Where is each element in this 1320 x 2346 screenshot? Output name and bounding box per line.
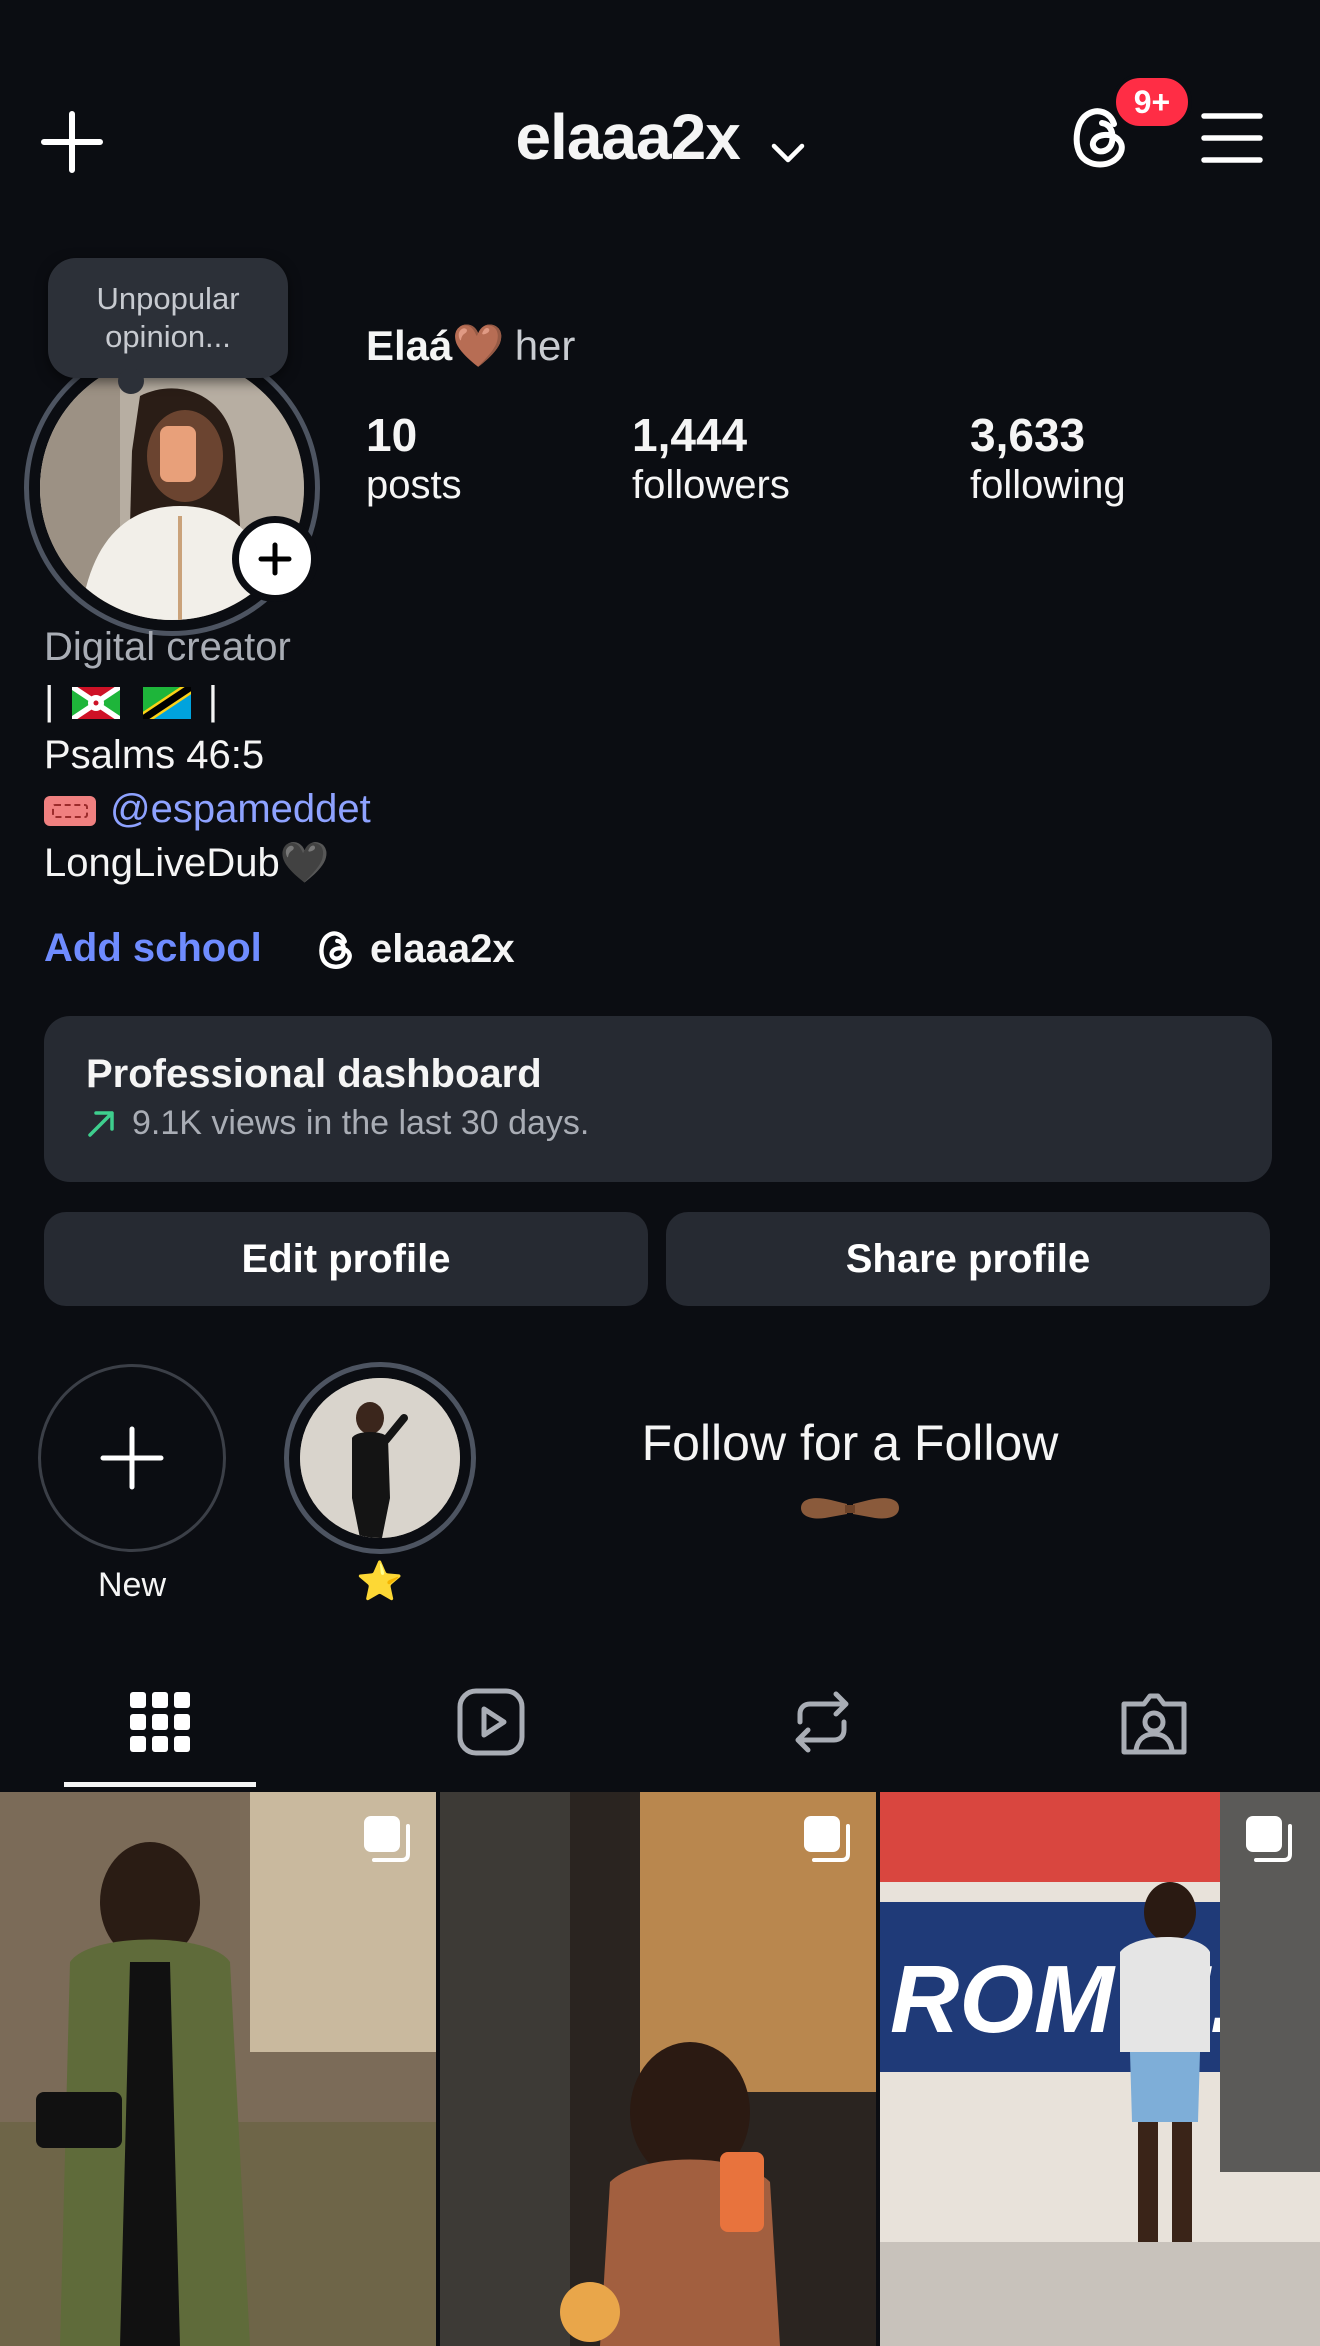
new-highlight-button[interactable]	[38, 1364, 226, 1552]
highlight-photo	[300, 1378, 460, 1538]
username-label: elaaa2x	[515, 101, 740, 173]
add-school-link[interactable]: Add school	[44, 926, 262, 971]
edit-profile-button[interactable]: Edit profile	[44, 1212, 648, 1306]
plus-icon	[100, 1426, 164, 1490]
bio-tagline: LongLiveDub🖤	[44, 841, 330, 885]
flags-divider: |	[44, 679, 55, 723]
trend-up-arrow-icon	[88, 1110, 114, 1137]
multiple-photos-icon	[800, 1812, 854, 1866]
category-label: Digital creator	[44, 625, 291, 669]
mention-link[interactable]: @espameddet	[110, 787, 371, 831]
post-thumbnail[interactable]	[0, 1792, 436, 2346]
display-name-text: Elaá🤎	[366, 322, 505, 369]
post-photo	[0, 1792, 436, 2346]
new-highlight-label: New	[97, 1566, 167, 1604]
stat-label: posts	[366, 463, 462, 507]
stat-posts[interactable]: 10 posts	[366, 410, 462, 510]
dashboard-subtitle: 9.1K views in the last 30 days.	[86, 1104, 589, 1143]
post-thumbnail[interactable]: ROM U.S	[880, 1792, 1320, 2346]
stat-following[interactable]: 3,633 following	[970, 410, 1126, 510]
tab-reposts[interactable]	[786, 1686, 858, 1758]
follow-overlay-text: Follow for a Follow	[641, 1415, 1059, 1471]
add-story-button[interactable]	[232, 516, 318, 602]
highlight-star[interactable]	[300, 1378, 460, 1538]
threads-icon	[319, 931, 352, 969]
reposts-icon	[795, 1691, 849, 1753]
stat-value: 10	[366, 409, 418, 461]
notification-badge: 9+	[1112, 74, 1192, 130]
grid-icon	[130, 1692, 190, 1752]
tab-reels[interactable]	[455, 1686, 527, 1758]
highlight-star-label: ⭐	[356, 1561, 404, 1603]
stat-value: 3,633	[970, 409, 1086, 461]
tanzania-flag-icon	[142, 687, 191, 720]
hamburger-menu-icon	[1201, 113, 1263, 163]
display-name: Elaá🤎 her	[366, 322, 575, 371]
bio: Digital creator | | Psalms 46:5 @espamed…	[44, 620, 371, 890]
multiple-photos-icon	[360, 1812, 414, 1866]
multiple-photos-icon	[1242, 1812, 1296, 1866]
flags-divider: |	[207, 679, 219, 723]
threads-handle: elaaa2x	[370, 926, 515, 971]
handshake-icon	[560, 1488, 1140, 1533]
dashboard-title: Professional dashboard	[86, 1052, 542, 1096]
menu-button[interactable]	[1200, 110, 1270, 170]
stat-value: 1,444	[632, 409, 748, 461]
active-tab-indicator	[64, 1782, 256, 1787]
ticket-icon	[44, 796, 96, 827]
tab-tagged[interactable]	[1118, 1686, 1190, 1758]
burundi-flag-icon	[71, 687, 120, 720]
stat-label: following	[970, 463, 1126, 507]
chevron-down-icon	[771, 105, 805, 179]
threads-profile-link[interactable]: elaaa2x	[316, 926, 515, 972]
dashboard-views-text: 9.1K views in the last 30 days.	[132, 1104, 590, 1142]
reels-icon	[457, 1688, 525, 1756]
plus-icon	[258, 542, 292, 576]
tagged-person-icon	[1121, 1693, 1187, 1755]
bio-verse: Psalms 46:5	[44, 733, 265, 777]
post-photo: ROM U.S	[880, 1792, 1320, 2346]
pronouns: her	[514, 322, 576, 369]
tab-posts-grid[interactable]	[124, 1686, 196, 1758]
stat-followers[interactable]: 1,444 followers	[632, 410, 790, 510]
stat-label: followers	[632, 463, 790, 507]
flags-line: | |	[44, 674, 371, 728]
share-profile-button[interactable]: Share profile	[666, 1212, 1270, 1306]
profile-note[interactable]: Unpopular opinion...	[48, 258, 288, 394]
note-text: Unpopular opinion...	[96, 281, 240, 354]
post-thumbnail[interactable]	[440, 1792, 876, 2346]
bio-mention-line: @espameddet	[44, 782, 371, 836]
post-photo	[440, 1792, 876, 2346]
professional-dashboard[interactable]	[44, 1016, 1272, 1182]
